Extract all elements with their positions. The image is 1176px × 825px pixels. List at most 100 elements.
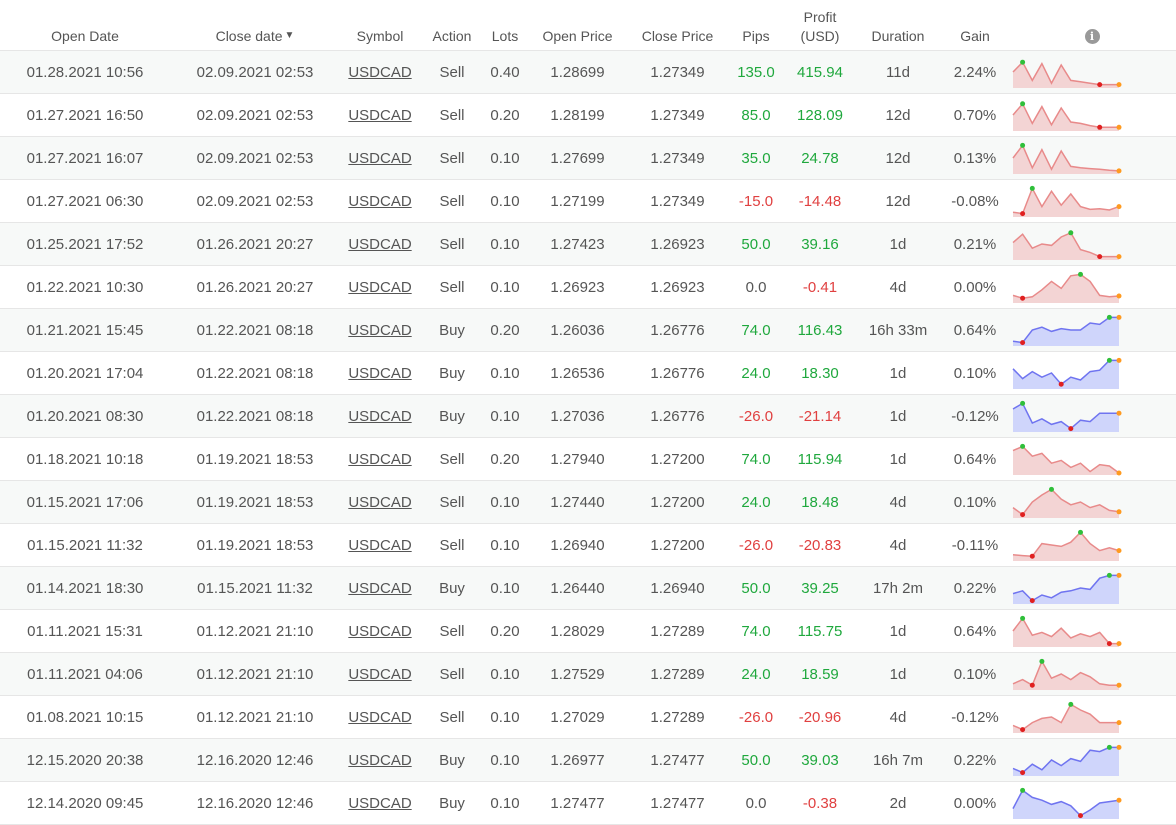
sparkline-max-dot	[1049, 486, 1054, 492]
table-row[interactable]: 01.21.2021 15:45 01.22.2021 08:18 USDCAD Bu…	[0, 308, 1176, 352]
profit-cell: -14.48	[786, 179, 854, 223]
symbol-link[interactable]: USDCAD	[348, 709, 411, 726]
symbol-link[interactable]: USDCAD	[348, 365, 411, 382]
open-price-cell: 1.27477	[550, 794, 605, 812]
sparkline-max-dot	[1020, 443, 1026, 449]
symbol-link[interactable]: USDCAD	[348, 236, 411, 253]
gain-cell: 0.64%	[942, 308, 1008, 352]
header-pips[interactable]: Pips	[726, 0, 786, 51]
profit-cell: -20.96	[786, 695, 854, 739]
table-row[interactable]: 01.28.2021 10:56 02.09.2021 02:53 USDCAD Se…	[0, 50, 1176, 94]
table-row[interactable]: 01.15.2021 11:32 01.19.2021 18:53 USDCAD Se…	[0, 523, 1176, 567]
sparkline-min-dot	[1097, 254, 1103, 260]
symbol-link[interactable]: USDCAD	[348, 408, 411, 425]
action-cell: Sell	[420, 136, 484, 180]
symbol-link[interactable]: USDCAD	[348, 322, 411, 339]
close-price-cell: 1.27289	[629, 609, 726, 653]
lots-cell: 0.20	[484, 437, 526, 481]
symbol-link[interactable]: USDCAD	[348, 279, 411, 296]
table-row[interactable]: 01.08.2021 10:15 01.12.2021 21:10 USDCAD Se…	[0, 695, 1176, 739]
header-close-price[interactable]: Close Price	[629, 0, 726, 51]
table-row[interactable]: 01.11.2021 04:06 01.12.2021 21:10 USDCAD Se…	[0, 652, 1176, 696]
close-date-cell: 02.09.2021 02:53	[196, 192, 314, 210]
symbol-link[interactable]: USDCAD	[348, 451, 411, 468]
symbol-link[interactable]: USDCAD	[348, 193, 411, 210]
header-duration[interactable]: Duration	[854, 0, 942, 51]
symbol-link[interactable]: USDCAD	[348, 580, 411, 597]
symbol-link[interactable]: USDCAD	[348, 494, 411, 511]
gain-cell: 0.10%	[942, 652, 1008, 696]
pips-cell: 50.0	[726, 738, 786, 782]
table-row[interactable]: 01.15.2021 17:06 01.19.2021 18:53 USDCAD Se…	[0, 480, 1176, 524]
close-price-cell: 1.26776	[629, 351, 726, 395]
table-row[interactable]: 01.20.2021 08:30 01.22.2021 08:18 USDCAD Bu…	[0, 394, 1176, 438]
symbol-link[interactable]: USDCAD	[348, 623, 411, 640]
header-profit[interactable]: Profit (USD)	[786, 0, 854, 51]
sparkline-end-dot	[1116, 572, 1122, 578]
close-date-cell: 01.15.2021 11:32	[170, 566, 340, 610]
lots-cell: 0.10	[484, 265, 526, 309]
symbol-link[interactable]: USDCAD	[348, 752, 411, 769]
sparkline-area	[1013, 446, 1119, 475]
info-icon[interactable]: i	[1084, 29, 1100, 44]
sparkline-area	[1013, 188, 1119, 217]
open-price-cell: 1.27529	[550, 665, 605, 683]
action-cell: Sell	[439, 665, 465, 683]
lots-cell: 0.10	[484, 394, 526, 438]
symbol-link[interactable]: USDCAD	[348, 64, 411, 81]
table-row[interactable]: 12.15.2020 20:38 12.16.2020 12:46 USDCAD Bu…	[0, 738, 1176, 782]
open-price-cell: 1.27036	[550, 407, 605, 425]
close-price-cell: 1.27349	[629, 136, 726, 180]
pips-cell: -26.0	[738, 708, 774, 726]
symbol-cell: USDCAD	[340, 222, 420, 266]
action-cell: Buy	[439, 321, 465, 339]
symbol-link[interactable]: USDCAD	[348, 666, 411, 683]
open-price-cell: 1.27477	[526, 781, 629, 825]
sparkline-min-dot	[1029, 682, 1035, 688]
symbol-link[interactable]: USDCAD	[348, 107, 411, 124]
header-open-price[interactable]: Open Price	[526, 0, 629, 51]
table-row[interactable]: 01.14.2021 18:30 01.15.2021 11:32 USDCAD Bu…	[0, 566, 1176, 610]
table-row[interactable]: 01.27.2021 16:07 02.09.2021 02:53 USDCAD Se…	[0, 136, 1176, 180]
lots-cell: 0.10	[490, 708, 520, 726]
close-price-cell: 1.26776	[650, 407, 705, 425]
open-price-cell: 1.27529	[526, 652, 629, 696]
close-date-cell: 01.22.2021 08:18	[170, 351, 340, 395]
close-price-cell: 1.26923	[629, 265, 726, 309]
sparkline-end-dot	[1116, 293, 1122, 299]
header-open-date[interactable]: Open Date	[0, 0, 170, 51]
pips-cell: 24.0	[741, 665, 771, 683]
gain-cell: 0.21%	[942, 222, 1008, 266]
duration-cell: 12d	[854, 136, 942, 180]
duration-cell: 1d	[889, 235, 907, 253]
pips-cell: -26.0	[726, 695, 786, 739]
close-date-cell: 02.09.2021 02:53	[196, 149, 314, 167]
table-row[interactable]: 01.27.2021 16:50 02.09.2021 02:53 USDCAD Se…	[0, 93, 1176, 137]
header-symbol[interactable]: Symbol	[340, 0, 420, 51]
close-date-cell: 01.12.2021 21:10	[170, 652, 340, 696]
header-action[interactable]: Action	[420, 0, 484, 51]
header-info: i	[1008, 0, 1176, 51]
header-close-date[interactable]: Close date ▼	[170, 0, 340, 51]
table-row[interactable]: 01.20.2021 17:04 01.22.2021 08:18 USDCAD Bu…	[0, 351, 1176, 395]
gain-cell: 0.64%	[942, 609, 1008, 653]
symbol-link[interactable]: USDCAD	[348, 795, 411, 812]
table-row[interactable]: 01.22.2021 10:30 01.26.2021 20:27 USDCAD Se…	[0, 265, 1176, 309]
duration-cell: 4d	[854, 265, 942, 309]
sparkline-end-dot	[1116, 168, 1122, 174]
trade-sparkline	[1012, 615, 1122, 647]
table-row[interactable]: 01.27.2021 06:30 02.09.2021 02:53 USDCAD Se…	[0, 179, 1176, 223]
table-row[interactable]: 01.18.2021 10:18 01.19.2021 18:53 USDCAD Se…	[0, 437, 1176, 481]
header-lots[interactable]: Lots	[484, 0, 526, 51]
table-row[interactable]: 01.25.2021 17:52 01.26.2021 20:27 USDCAD Se…	[0, 222, 1176, 266]
open-price-cell: 1.27440	[526, 480, 629, 524]
table-row[interactable]: 01.11.2021 15:31 01.12.2021 21:10 USDCAD Se…	[0, 609, 1176, 653]
table-row[interactable]: 12.14.2020 09:45 12.16.2020 12:46 USDCAD Bu…	[0, 781, 1176, 825]
header-gain[interactable]: Gain	[942, 0, 1008, 51]
sparkline-cell	[1008, 523, 1176, 567]
symbol-link[interactable]: USDCAD	[348, 537, 411, 554]
symbol-link[interactable]: USDCAD	[348, 150, 411, 167]
trade-history-table: Open Date Close date ▼ Symbol Action Lots…	[0, 0, 1176, 825]
profit-cell: 18.48	[786, 480, 854, 524]
gain-cell: 0.64%	[953, 622, 997, 640]
